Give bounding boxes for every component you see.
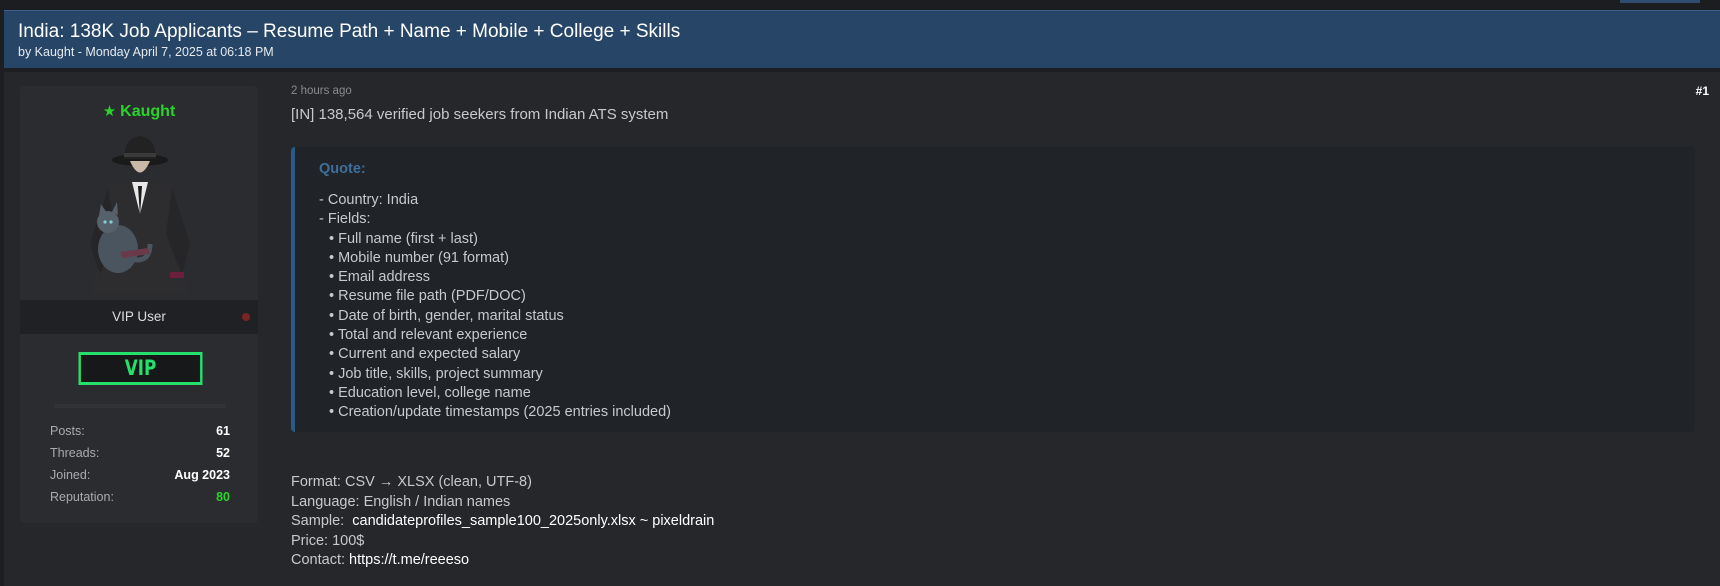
thread-meta: by Kaught - Monday April 7, 2025 at 06:1… xyxy=(18,45,274,59)
top-accent-bar xyxy=(1620,0,1700,3)
user-stats: Posts: 61 Threads: 52 Joined: Aug 2023 R… xyxy=(50,420,230,508)
price-line: Price: 100$ xyxy=(291,532,365,549)
quote-line: - Fields: xyxy=(319,211,371,228)
stat-label: Posts: xyxy=(50,424,85,438)
quote-block: Quote: - Country: India - Fields: • Full… xyxy=(291,147,1695,432)
quote-line: • Current and expected salary xyxy=(329,346,521,363)
post-number-link[interactable]: #1 xyxy=(1696,84,1709,98)
quote-line: • Email address xyxy=(329,269,430,286)
post-timestamp: 2 hours ago xyxy=(291,85,352,97)
contact-line: Contact: https://t.me/reeeso xyxy=(291,551,1191,571)
post-details: Format: CSV → XLSX (clean, UTF-8) Langua… xyxy=(291,473,1191,571)
top-strip xyxy=(0,0,1720,10)
stat-value: 52 xyxy=(216,446,230,460)
contact-link[interactable]: https://t.me/reeeso xyxy=(349,552,469,568)
quote-line: • Creation/update timestamps (2025 entri… xyxy=(329,404,671,421)
rank-text: VIP User xyxy=(112,309,166,324)
user-rank: VIP User xyxy=(20,300,258,334)
sample-link[interactable]: candidateprofiles_sample100_2025only.xls… xyxy=(352,513,714,529)
avatar[interactable] xyxy=(20,124,258,300)
quote-label: Quote: xyxy=(319,161,366,177)
quote-line: • Date of birth, gender, marital status xyxy=(329,307,564,324)
offline-status-dot xyxy=(242,313,250,321)
quote-line: • Job title, skills, project summary xyxy=(329,365,543,382)
post-body: 2 hours ago #1 [IN] 138,564 verified job… xyxy=(291,72,1711,586)
stat-value[interactable]: 80 xyxy=(216,490,230,504)
post-headline: [IN] 138,564 verified job seekers from I… xyxy=(291,106,669,123)
sample-label: Sample: xyxy=(291,513,345,530)
stat-value: 61 xyxy=(216,424,230,438)
quote-line: • Total and relevant experience xyxy=(329,327,528,344)
stat-label: Reputation: xyxy=(50,490,114,504)
vip-badge: VIP xyxy=(78,352,203,385)
stat-reputation: Reputation: 80 xyxy=(50,486,230,508)
star-icon: ★ xyxy=(102,103,117,120)
sample-line: Sample: candidateprofiles_sample100_2025… xyxy=(291,512,1191,532)
stat-joined: Joined: Aug 2023 xyxy=(50,464,230,486)
quote-line: • Full name (first + last) xyxy=(329,230,478,247)
stat-label: Threads: xyxy=(50,446,100,460)
userpanel-divider xyxy=(54,404,226,408)
username-text[interactable]: Kaught xyxy=(120,103,175,120)
thread-title: India: 138K Job Applicants – Resume Path… xyxy=(18,21,681,42)
post: ★ Kaught VIP User VIP Posts: 61 Threads:… xyxy=(4,72,1720,586)
quote-lines: - Country: India - Fields: • Full name (… xyxy=(319,191,1695,423)
stat-posts: Posts: 61 xyxy=(50,420,230,442)
format-line: Format: CSV → XLSX (clean, UTF-8) xyxy=(291,474,532,490)
stat-value: Aug 2023 xyxy=(174,468,230,482)
avatar-image xyxy=(90,136,190,294)
quote-line: - Country: India xyxy=(319,192,419,208)
user-panel: ★ Kaught VIP User VIP Posts: 61 Threads:… xyxy=(20,86,258,523)
thread-header: India: 138K Job Applicants – Resume Path… xyxy=(4,10,1720,68)
contact-label: Contact: xyxy=(291,552,345,569)
quote-line: • Education level, college name xyxy=(329,384,531,401)
language-line: Language: English / Indian names xyxy=(291,493,511,510)
stat-threads: Threads: 52 xyxy=(50,442,230,464)
quote-line: • Resume file path (PDF/DOC) xyxy=(329,288,526,305)
quote-line: • Mobile number (91 format) xyxy=(329,249,509,266)
username[interactable]: ★ Kaught xyxy=(20,102,258,121)
stat-label: Joined: xyxy=(50,468,91,482)
